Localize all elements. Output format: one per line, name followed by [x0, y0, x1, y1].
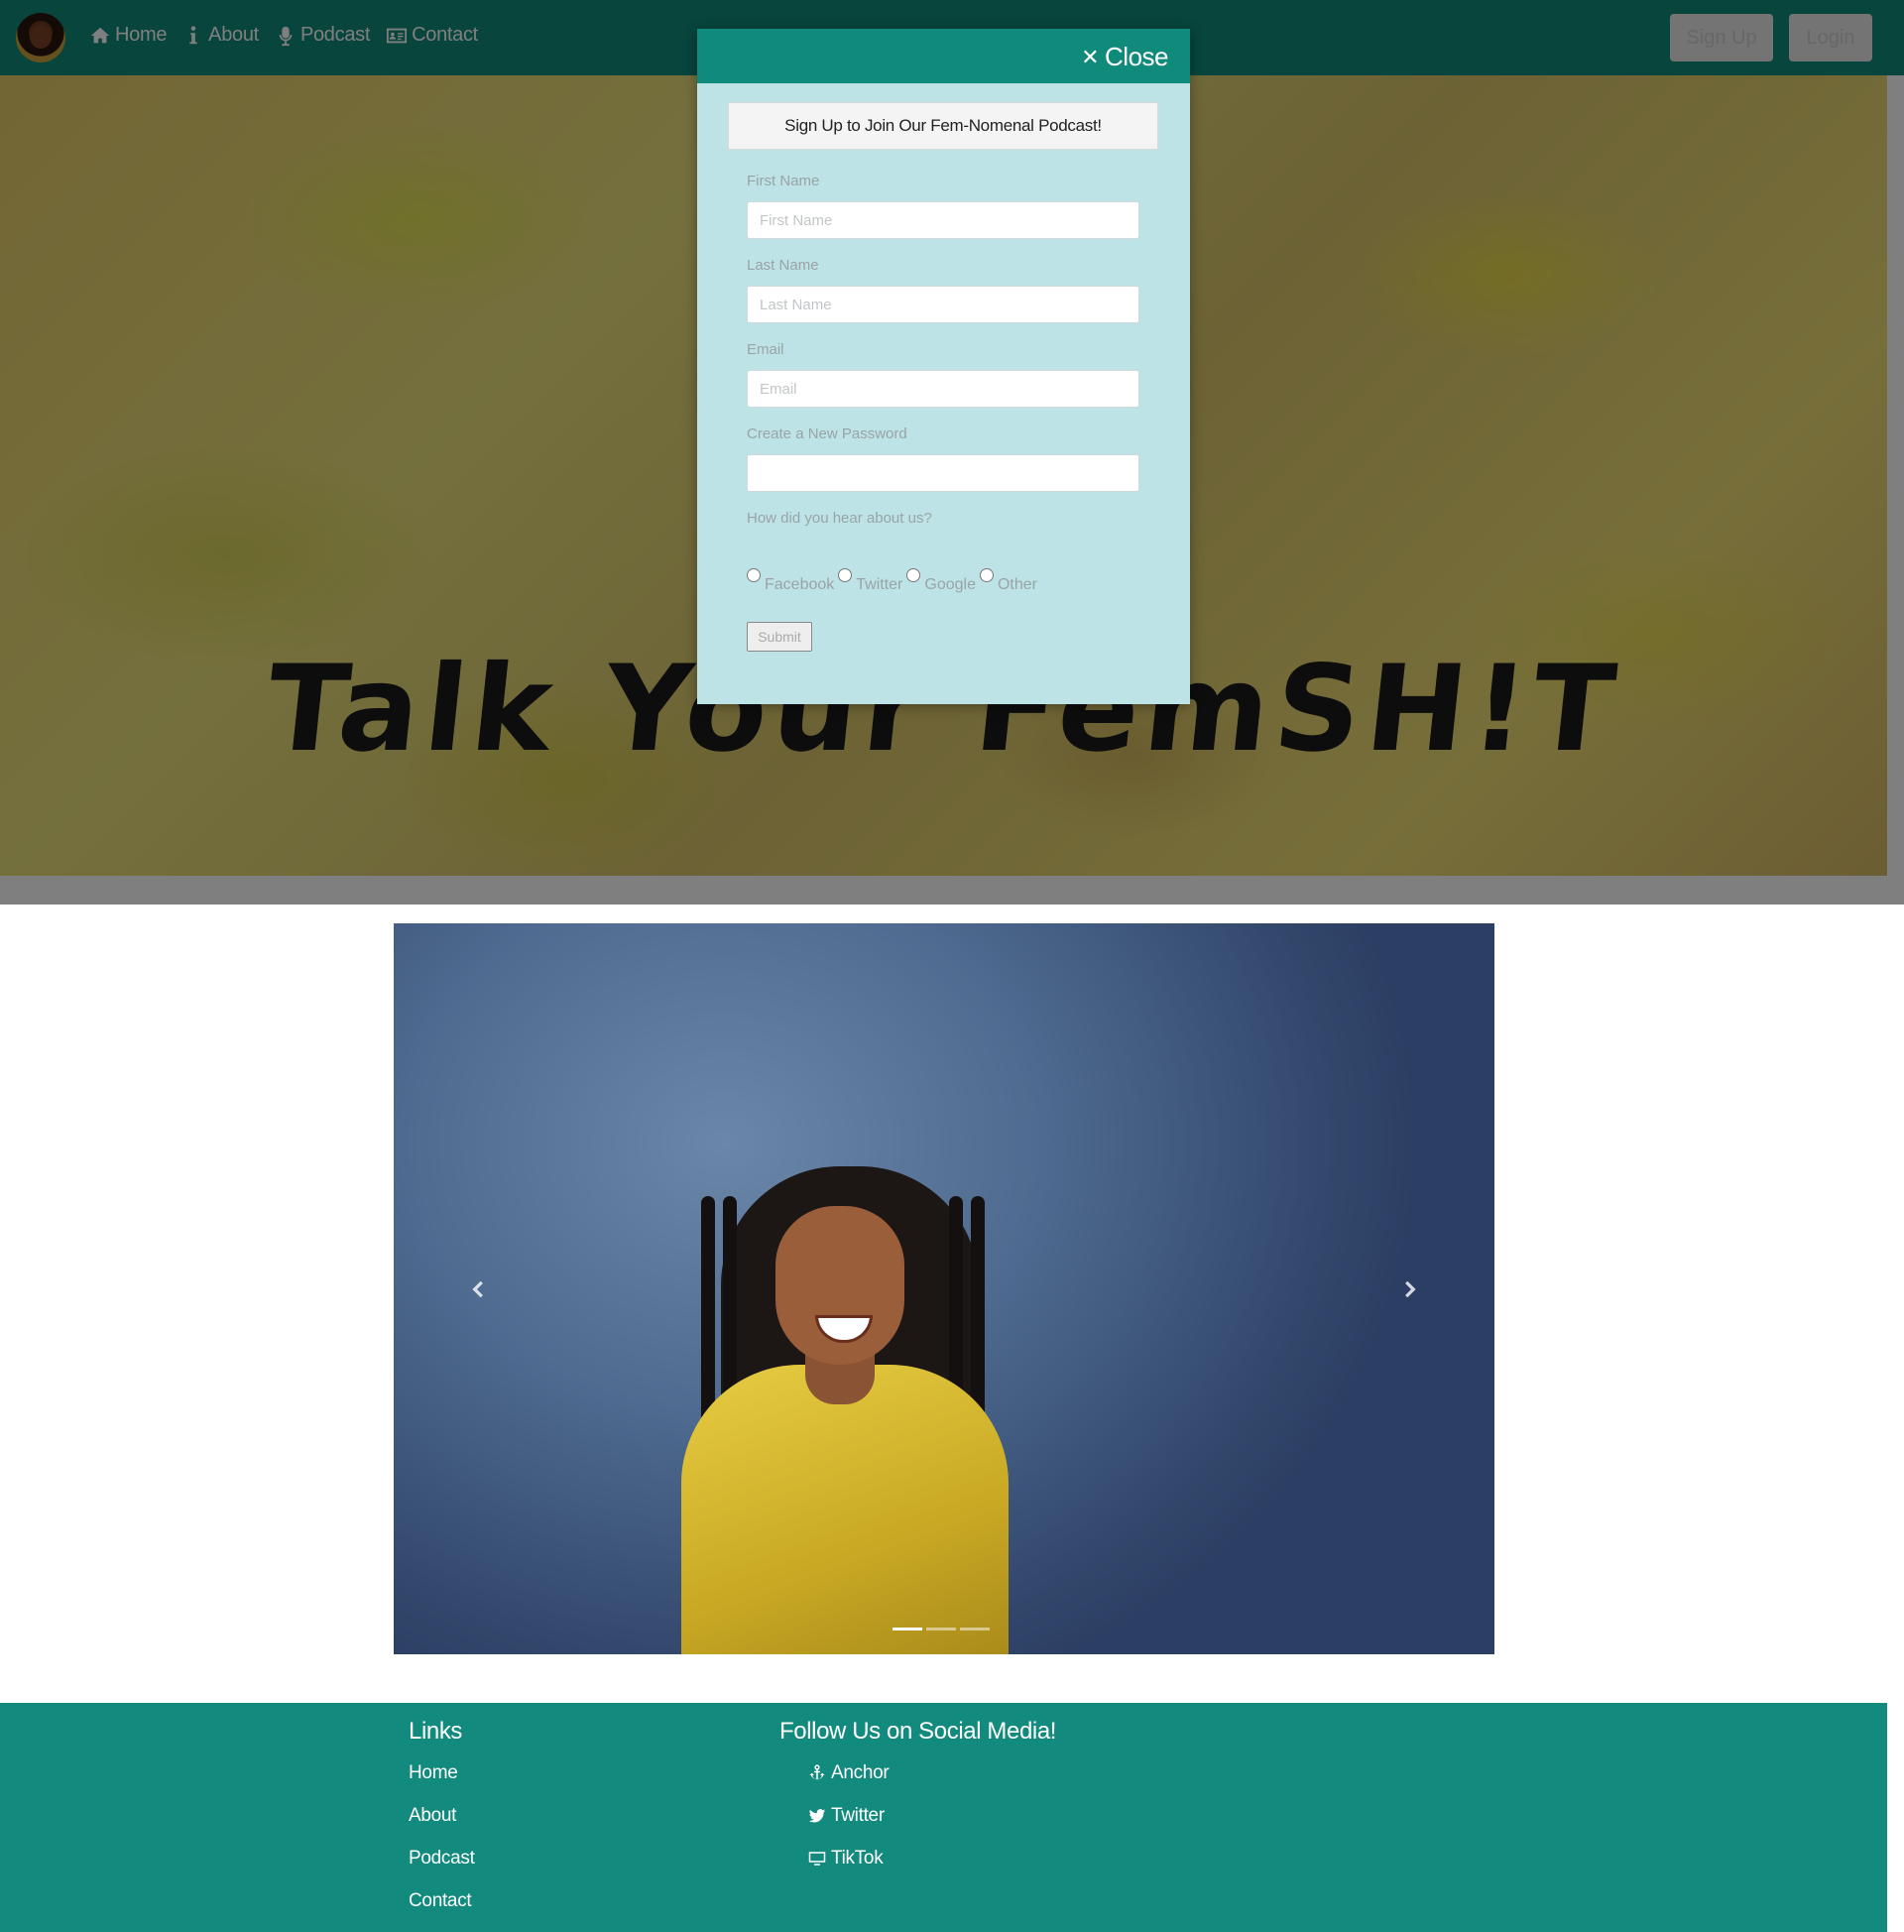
signup-modal: ✕ Close Sign Up to Join Our Fem-Nomenal …: [697, 29, 1190, 704]
footer-social-label: TikTok: [831, 1848, 884, 1869]
chevron-right-icon: [1405, 1280, 1416, 1297]
chevron-left-icon: [472, 1280, 483, 1297]
modal-close-button[interactable]: ✕ Close: [1075, 41, 1174, 73]
password-input[interactable]: [747, 454, 1139, 492]
last-name-label: Last Name: [747, 257, 819, 274]
email-label: Email: [747, 341, 784, 358]
footer-social-anchor[interactable]: Anchor: [808, 1762, 890, 1784]
carousel-photo: [661, 1166, 1098, 1654]
footer-link-podcast[interactable]: Podcast: [409, 1848, 475, 1870]
referral-question: How did you hear about us?: [747, 510, 932, 527]
modal-title: Sign Up to Join Our Fem-Nomenal Podcast!: [728, 102, 1158, 150]
carousel-indicators: [892, 1628, 990, 1630]
footer-social-title: Follow Us on Social Media!: [779, 1718, 1057, 1745]
radio-button[interactable]: [747, 568, 761, 582]
referral-radio-group: Facebook Twitter Google Other: [747, 568, 1041, 594]
carousel-indicator[interactable]: [892, 1628, 922, 1630]
footer-social-twitter[interactable]: Twitter: [808, 1805, 885, 1827]
submit-button[interactable]: Submit: [747, 622, 812, 652]
carousel-prev-button[interactable]: [457, 1270, 497, 1310]
anchor-icon: [809, 1764, 825, 1780]
radio-button[interactable]: [838, 568, 853, 582]
close-label: Close: [1105, 42, 1168, 71]
radio-google[interactable]: Google: [906, 568, 976, 594]
radio-label: Facebook: [765, 576, 835, 593]
carousel-indicator[interactable]: [926, 1628, 956, 1630]
footer-link-contact[interactable]: Contact: [409, 1890, 472, 1912]
carousel-next-button[interactable]: [1391, 1270, 1431, 1310]
radio-label: Google: [924, 576, 976, 593]
first-name-label: First Name: [747, 173, 820, 189]
monitor-icon: [808, 1852, 826, 1866]
last-name-input[interactable]: [747, 286, 1139, 323]
image-carousel: [394, 923, 1494, 1654]
radio-facebook[interactable]: Facebook: [747, 568, 834, 594]
first-name-input[interactable]: [747, 201, 1139, 239]
radio-other[interactable]: Other: [979, 568, 1037, 594]
email-input[interactable]: [747, 370, 1139, 408]
modal-header: ✕ Close: [697, 29, 1190, 83]
radio-twitter[interactable]: Twitter: [838, 568, 902, 594]
password-label: Create a New Password: [747, 425, 907, 442]
carousel-indicator[interactable]: [960, 1628, 990, 1630]
footer-link-home[interactable]: Home: [409, 1762, 458, 1784]
close-icon: ✕: [1081, 44, 1100, 69]
radio-button[interactable]: [979, 568, 994, 582]
footer-links-title: Links: [409, 1718, 463, 1745]
footer-social-tiktok[interactable]: TikTok: [808, 1848, 884, 1870]
radio-button[interactable]: [906, 568, 921, 582]
footer-social-label: Anchor: [831, 1762, 890, 1783]
footer: Links Home About Podcast Contact Follow …: [0, 1703, 1887, 1932]
footer-social-label: Twitter: [831, 1805, 885, 1826]
twitter-icon: [808, 1809, 826, 1823]
radio-label: Twitter: [856, 576, 903, 593]
footer-link-about[interactable]: About: [409, 1805, 456, 1827]
radio-label: Other: [997, 576, 1037, 593]
